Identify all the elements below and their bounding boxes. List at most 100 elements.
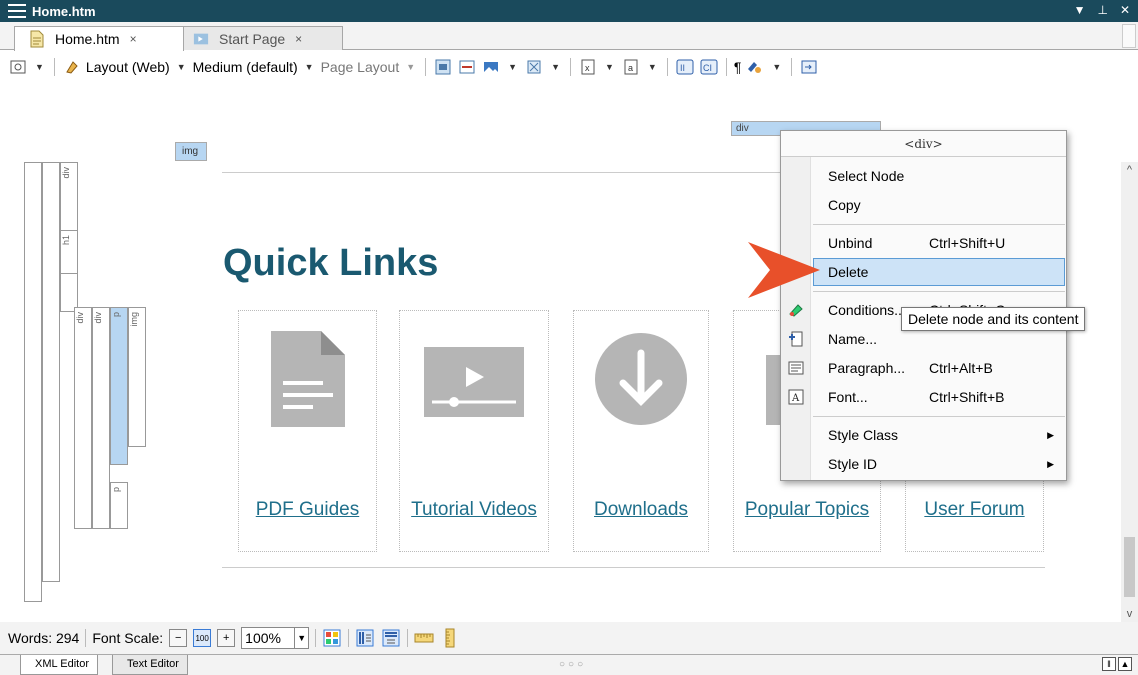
show-blocks-icon[interactable] [457,57,477,77]
document-icon [270,331,345,427]
scroll-up-icon[interactable]: ^ [1121,164,1138,176]
chevron-down-icon[interactable]: ▼ [772,62,781,72]
arrow-pointer-icon [748,242,820,298]
menu-item-font[interactable]: A Font... Ctrl+Shift+B [781,383,1066,411]
page-icon [30,30,44,48]
chevron-down-icon[interactable]: ▼ [305,62,314,72]
font-icon: A [787,388,805,406]
layout-web-dropdown[interactable]: Layout (Web) [86,59,170,75]
popular-topics-link[interactable]: Popular Topics [734,499,880,521]
page-layout-dropdown[interactable]: Page Layout [321,59,400,75]
menu-icon[interactable] [8,4,26,18]
tutorial-videos-link[interactable]: Tutorial Videos [400,499,548,521]
tab-list-button[interactable] [1122,24,1136,48]
pin-icon[interactable]: ⊥ [1097,3,1107,17]
menu-item-style-class[interactable]: Style Class ▶ [781,421,1066,449]
editor-toolbar: ▼ Layout (Web) ▼ Medium (default) ▼ Page… [0,50,1138,118]
chevron-down-icon[interactable]: ▼ [294,628,308,648]
medium-dropdown[interactable]: Medium (default) [193,59,298,75]
tab-xml-editor[interactable]: XML Editor [20,655,99,675]
insert-icon[interactable] [799,57,819,77]
menu-item-copy[interactable]: Copy [781,191,1066,219]
structure-bar[interactable] [24,162,42,602]
menu-item-unbind[interactable]: Unbind Ctrl+Shift+U [781,229,1066,257]
structure-bars-top-icon[interactable] [381,628,401,648]
card-downloads: Downloads [573,310,709,552]
pilcrow-icon[interactable]: ¶ [734,59,742,75]
preview-icon[interactable] [8,57,28,77]
start-page-icon [193,33,209,45]
svg-text:II: II [680,63,685,73]
zoom-reset-button[interactable]: 100 [193,629,212,647]
ruler-horizontal-icon[interactable] [414,628,434,648]
scrollbar-thumb[interactable] [1124,537,1135,597]
structure-bar[interactable] [42,162,60,582]
structure-bar-div[interactable]: div [74,307,92,529]
tab-home[interactable]: Home.htm × [14,26,184,51]
chevron-down-icon[interactable]: ▼ [648,62,657,72]
card-pdf-guides: PDF Guides [238,310,377,552]
snippet-icon[interactable]: a [621,57,641,77]
variable-icon[interactable]: x [578,57,598,77]
title-bar: Home.htm ▼ ⊥ ✕ [0,0,1138,22]
ruler-vertical-icon[interactable] [440,628,460,648]
user-forum-link[interactable]: User Forum [906,499,1043,521]
layout-icon[interactable] [62,57,82,77]
concept-icon[interactable]: CI [699,57,719,77]
chevron-down-icon[interactable]: ▼ [605,62,614,72]
tab-close-icon[interactable]: × [295,32,302,46]
menu-item-paragraph[interactable]: Paragraph... Ctrl+Alt+B [781,354,1066,382]
context-menu: <div> Select Node Copy Unbind Ctrl+Shift… [780,130,1067,481]
download-icon [595,333,687,425]
tab-close-icon[interactable]: × [130,32,137,46]
collapse-icon[interactable]: ▲ [1118,657,1132,671]
structure-bar-h1[interactable]: h1 [60,230,78,274]
tooltip: Delete node and its content [901,307,1086,331]
zoom-in-button[interactable]: + [217,629,236,647]
structure-bar-p[interactable]: p [110,482,128,529]
vertical-scrollbar[interactable]: ^ v [1121,162,1138,622]
zoom-out-button[interactable]: − [169,629,188,647]
pdf-guides-link[interactable]: PDF Guides [239,499,376,521]
img-structure-bar[interactable]: img [175,142,207,161]
image-icon[interactable] [481,57,501,77]
index-icon[interactable]: II [675,57,695,77]
menu-item-style-id[interactable]: Style ID ▶ [781,450,1066,478]
scroll-down-icon[interactable]: v [1121,608,1138,620]
chevron-right-icon: ▶ [1047,458,1054,469]
resize-grip-icon[interactable]: ○○○ [559,659,586,670]
structure-bar-img[interactable]: img [128,307,146,447]
tab-start-page[interactable]: Start Page × [178,26,343,51]
chevron-down-icon[interactable]: ▼ [508,62,517,72]
structure-bars-left-icon[interactable] [355,628,375,648]
status-bar: Words: 294 Font Scale: − 100 + 100% ▼ [0,622,1138,654]
show-changes-icon[interactable] [745,57,765,77]
divider [222,567,1045,568]
split-view-icon[interactable]: ‖ [1102,657,1116,671]
structure-bar-div[interactable]: div [92,307,110,529]
markers-icon[interactable] [524,57,544,77]
chevron-down-icon[interactable]: ▼ [177,62,186,72]
window-title: Home.htm [32,3,96,19]
video-icon [424,347,524,417]
color-grid-icon[interactable] [322,628,342,648]
tab-text-editor[interactable]: Text Editor [112,655,188,675]
word-count: Words: 294 [8,630,80,646]
dropdown-icon[interactable]: ▼ [1074,3,1086,17]
zoom-select[interactable]: 100% ▼ [241,627,310,649]
chevron-down-icon[interactable]: ▼ [406,62,415,72]
editor-mode-tabs: XML Editor Text Editor ○○○ ‖ ▲ [0,654,1138,675]
menu-item-delete[interactable]: Delete [813,258,1065,286]
document-tab-bar: Home.htm × Start Page × [0,22,1138,51]
close-icon[interactable]: ✕ [1120,3,1130,17]
show-tags-icon[interactable] [433,57,453,77]
chevron-down-icon[interactable]: ▼ [551,62,560,72]
context-menu-header: <div> [781,131,1066,157]
font-scale-label: Font Scale: [92,630,164,646]
downloads-link[interactable]: Downloads [574,499,708,521]
card-tutorial-videos: Tutorial Videos [399,310,549,552]
structure-bar-p[interactable]: p [110,307,128,465]
menu-item-select-node[interactable]: Select Node [781,162,1066,190]
svg-text:a: a [628,63,633,73]
chevron-down-icon[interactable]: ▼ [35,62,44,72]
